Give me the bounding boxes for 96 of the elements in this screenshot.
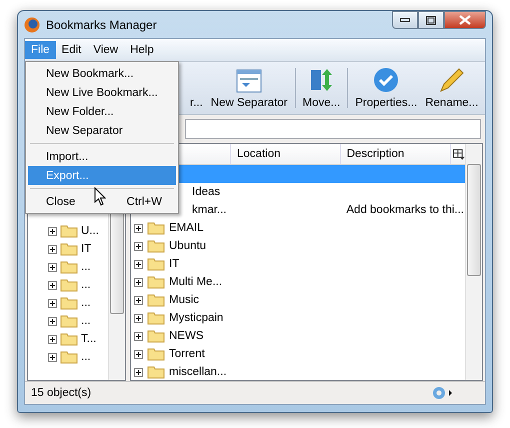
expand-icon[interactable] [48, 298, 57, 308]
folder-icon [60, 260, 78, 274]
tree-item[interactable]: ... [81, 315, 91, 327]
sync-icon[interactable] [431, 386, 455, 400]
toolbar-button[interactable]: New Separator [208, 62, 290, 114]
window-title: Bookmarks Manager [46, 18, 158, 32]
expand-icon[interactable] [134, 224, 143, 232]
folder-icon [60, 314, 78, 328]
pencil-icon [438, 67, 465, 93]
search-field[interactable] [185, 119, 481, 139]
close-icon [459, 15, 471, 25]
table-row[interactable]: miscellan... [131, 363, 465, 381]
toolbar-button[interactable]: r... [187, 62, 206, 114]
expand-icon[interactable] [48, 226, 57, 236]
folder-icon [60, 296, 78, 310]
tree-item[interactable]: IT [81, 243, 92, 255]
folder-icon [60, 242, 78, 256]
menu-item[interactable]: Close Ctrl+W [28, 192, 176, 211]
expand-icon[interactable] [134, 350, 143, 358]
folder-icon [147, 293, 165, 307]
browser-logo-icon [24, 16, 40, 32]
menu-item[interactable]: View [87, 41, 124, 59]
table-row[interactable]: Ubuntu [131, 237, 465, 255]
maximize-icon [426, 16, 436, 24]
folder-icon [147, 347, 165, 361]
tree-item[interactable]: U... [81, 225, 99, 237]
table-row[interactable]: EMAIL [131, 219, 465, 237]
table-cell: IT [169, 258, 180, 270]
expand-icon[interactable] [48, 280, 57, 290]
folder-icon [60, 332, 78, 346]
menu-item[interactable]: Import... [28, 147, 176, 166]
column-header[interactable]: Location [231, 144, 341, 164]
folder-icon [60, 278, 78, 292]
column-header[interactable]: Description [340, 144, 452, 164]
expand-icon[interactable] [134, 260, 143, 268]
folder-icon [60, 350, 78, 364]
folder-icon [60, 224, 78, 238]
expand-icon[interactable] [134, 278, 143, 286]
folder-icon [147, 221, 165, 235]
folder-icon [147, 239, 165, 253]
folder-icon [147, 275, 165, 289]
table-row[interactable]: Mysticpain [131, 309, 465, 327]
expand-icon[interactable] [48, 334, 57, 344]
expand-icon[interactable] [48, 316, 57, 326]
minimize-icon [400, 18, 410, 22]
status-text: 15 object(s) [31, 387, 92, 399]
table-cell: Multi Me... [169, 276, 222, 288]
window-icon [236, 69, 262, 93]
tree-item[interactable]: T... [81, 333, 96, 345]
minimize-button[interactable] [392, 11, 418, 29]
expand-icon[interactable] [48, 262, 57, 272]
expand-icon[interactable] [134, 314, 143, 322]
column-picker-icon[interactable] [453, 148, 466, 160]
menu-item[interactable]: New Live Bookmark... [28, 83, 176, 102]
expand-icon[interactable] [48, 352, 57, 362]
move-icon [308, 67, 334, 93]
toolbar-button[interactable]: Rename... [422, 62, 482, 114]
table-row[interactable]: Multi Me... [131, 273, 465, 291]
table-row[interactable]: IT [131, 255, 465, 273]
expand-icon[interactable] [134, 332, 143, 340]
table-cell: kmar... [192, 204, 227, 216]
table-row[interactable]: Music [131, 291, 465, 309]
expand-icon[interactable] [48, 244, 57, 254]
tree-item[interactable]: ... [81, 297, 91, 309]
menu-item[interactable]: New Separator [28, 121, 176, 140]
table-cell: Mysticpain [169, 312, 224, 324]
scrollbar[interactable] [465, 144, 482, 380]
tree-item[interactable]: ... [81, 279, 91, 291]
table-cell: Ubuntu [169, 240, 206, 252]
table-cell: EMAIL [169, 222, 204, 234]
table-cell: Torrent [169, 348, 205, 360]
maximize-button[interactable] [418, 11, 444, 29]
table-row[interactable]: NEWS [131, 327, 465, 345]
toolbar-button[interactable]: Properties... [352, 62, 420, 114]
mouse-pointer-icon [94, 187, 106, 206]
menu-item[interactable]: New Folder... [28, 102, 176, 121]
table-cell: Music [169, 294, 200, 306]
table-cell: NEWS [169, 330, 204, 342]
expand-icon[interactable] [134, 242, 143, 250]
menu-item[interactable]: Help [124, 41, 160, 59]
table-cell: Add bookmarks to thi... [346, 204, 464, 216]
folder-icon [147, 311, 165, 325]
table-cell: miscellan... [169, 366, 227, 378]
tree-item[interactable]: ... [81, 351, 91, 363]
folder-icon [147, 365, 165, 379]
expand-icon[interactable] [134, 296, 143, 304]
menu-item[interactable]: New Bookmark... [28, 64, 176, 83]
expand-icon[interactable] [134, 368, 143, 376]
tree-item[interactable]: ... [81, 261, 91, 273]
menu-item[interactable]: Edit [56, 41, 88, 59]
checkmark-icon [373, 67, 400, 93]
close-button[interactable] [444, 11, 486, 29]
table-row[interactable]: Torrent [131, 345, 465, 363]
folder-icon [147, 257, 165, 271]
folder-icon [147, 329, 165, 343]
toolbar-button[interactable]: Move... [300, 62, 344, 114]
